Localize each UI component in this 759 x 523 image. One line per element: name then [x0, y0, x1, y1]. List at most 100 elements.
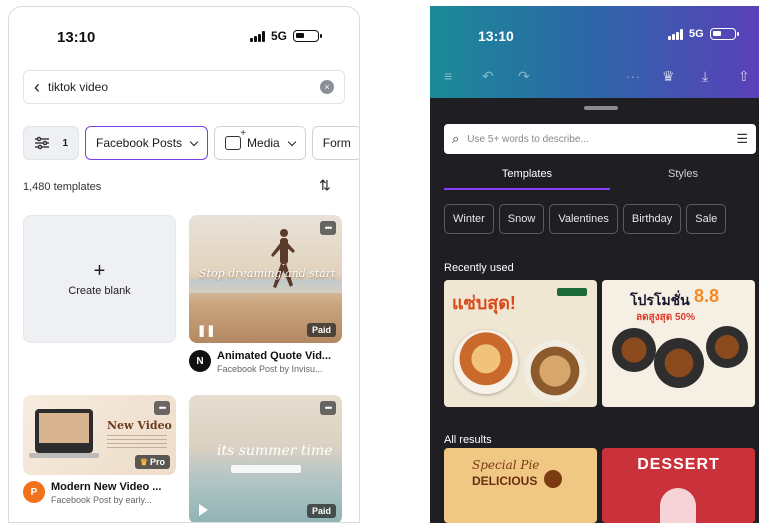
- keyword-chips: Winter Snow Valentines Birthday Sale: [444, 204, 727, 234]
- play-icon[interactable]: [199, 504, 208, 516]
- laptop-image: [35, 409, 93, 453]
- network-label: 5G: [270, 29, 287, 43]
- chip-sale[interactable]: Sale: [686, 204, 727, 234]
- template-count: 1,480 templates: [23, 181, 102, 193]
- filter-button[interactable]: 1: [23, 126, 79, 160]
- chip-facebook-posts[interactable]: Facebook Posts: [85, 126, 209, 160]
- sort-icon[interactable]: ⇅: [319, 177, 331, 194]
- screenshot-stage: 13:10 5G ‹ tiktok video × 1 Facebook Pos…: [0, 0, 759, 523]
- chevron-down-icon: [189, 137, 199, 146]
- template-headline: DESSERT: [637, 456, 720, 473]
- template-discount: ลดสูงสุด 50%: [636, 312, 695, 323]
- section-recently-used: Recently used: [444, 262, 514, 274]
- status-time: 13:10: [57, 29, 96, 46]
- avatar: N: [189, 350, 211, 372]
- template-card-animated-quote[interactable]: Stop dreaming and start ••• ❚❚ Paid: [189, 215, 342, 343]
- back-arrow-icon[interactable]: ‹: [34, 78, 40, 96]
- magic-search-icon: ⌕: [452, 131, 460, 146]
- card-meta-animated-quote: N Animated Quote Vid... Facebook Post by…: [189, 350, 331, 374]
- avatar: P: [23, 481, 45, 503]
- recent-template-thai-food[interactable]: แซ่บสุด!: [444, 280, 597, 407]
- undo-icon[interactable]: ↶: [482, 68, 494, 85]
- battery-icon: [293, 30, 322, 42]
- template-subheadline: DELICIOUS: [472, 474, 538, 488]
- chip-winter[interactable]: Winter: [444, 204, 494, 234]
- tab-styles[interactable]: Styles: [610, 164, 756, 190]
- template-headline: Special Pie: [472, 458, 540, 472]
- card-meta-modern-video: P Modern New Video ... Facebook Post by …: [23, 481, 161, 505]
- chip-valentines[interactable]: Valentines: [549, 204, 618, 234]
- chevron-down-icon: [287, 137, 296, 146]
- result-template-pie[interactable]: Special Pie DELICIOUS: [444, 448, 597, 523]
- create-blank-label: Create blank: [68, 285, 131, 297]
- editor-header: 13:10 5G ≡ ↶ ↷ ··· ♛ ⤓ ⇧: [430, 6, 759, 98]
- template-card-modern-video[interactable]: New Video ••• ♛ Pro: [23, 395, 176, 475]
- result-template-dessert[interactable]: DESSERT: [602, 448, 755, 523]
- network-label: 5G: [689, 28, 704, 40]
- bowl-image: [454, 330, 518, 394]
- tab-templates[interactable]: Templates: [444, 164, 610, 190]
- design-search-bar[interactable]: ⌕ Use 5+ words to describe... ☰: [444, 124, 756, 154]
- clear-icon[interactable]: ×: [320, 80, 334, 94]
- search-input[interactable]: tiktok video: [48, 80, 320, 94]
- chip-label: Facebook Posts: [96, 136, 183, 150]
- download-icon[interactable]: ⤓: [702, 68, 708, 85]
- chip-snow[interactable]: Snow: [498, 204, 545, 234]
- card-subtitle: Facebook Post by Invisu...: [217, 364, 323, 374]
- plus-icon: +: [93, 260, 106, 282]
- paid-badge: Paid: [306, 323, 336, 337]
- card-subtitle: Facebook Post by early...: [51, 495, 152, 505]
- plate-image: [524, 340, 586, 402]
- more-icon[interactable]: •••: [320, 221, 336, 235]
- template-headline: โปรโมชั่น: [630, 292, 690, 308]
- pause-icon[interactable]: ❚❚: [197, 324, 215, 337]
- crown-icon[interactable]: ♛: [662, 68, 675, 85]
- section-all-results: All results: [444, 434, 492, 446]
- sea-band: [189, 279, 342, 293]
- card-title[interactable]: Animated Quote Vid...: [217, 350, 331, 362]
- filter-chips: 1 Facebook Posts Media Form: [23, 126, 359, 160]
- quote-text: Stop dreaming and start: [199, 267, 336, 280]
- drag-handle[interactable]: [584, 106, 618, 110]
- redo-icon[interactable]: ↷: [518, 68, 530, 85]
- more-icon[interactable]: •••: [154, 401, 170, 415]
- template-highlight: 8.8: [694, 286, 720, 306]
- status-indicators: 5G: [668, 28, 739, 40]
- templates-sheet: ⌕ Use 5+ words to describe... ☰ Template…: [430, 98, 759, 523]
- card-image-title: its summer time: [217, 443, 333, 459]
- status-time: 13:10: [478, 28, 514, 44]
- template-headline: แซ่บสุด!: [452, 293, 516, 313]
- share-icon[interactable]: ⇧: [738, 68, 750, 85]
- chip-birthday[interactable]: Birthday: [622, 204, 682, 234]
- more-icon[interactable]: ···: [626, 68, 640, 84]
- more-icon[interactable]: •••: [320, 401, 336, 415]
- filter-count: 1: [62, 137, 68, 149]
- menu-icon[interactable]: ≡: [444, 68, 452, 84]
- status-bar: 13:10 5G: [9, 7, 359, 65]
- paid-badge: Paid: [306, 504, 336, 518]
- card-title[interactable]: Modern New Video ...: [51, 481, 161, 493]
- create-blank-card[interactable]: + Create blank: [23, 215, 176, 343]
- search-input[interactable]: Use 5+ words to describe...: [467, 134, 736, 145]
- sliders-icon[interactable]: ☰: [736, 131, 748, 147]
- left-phone-screen: 13:10 5G ‹ tiktok video × 1 Facebook Pos…: [8, 6, 360, 523]
- sheet-tabs: Templates Styles: [444, 164, 756, 190]
- battery-icon: [709, 28, 739, 40]
- filter-icon: [35, 136, 49, 150]
- card-image-title: New Video: [107, 419, 172, 432]
- chip-form[interactable]: Form: [311, 126, 359, 160]
- chip-media[interactable]: Media: [214, 126, 306, 160]
- template-card-summer[interactable]: its summer time ••• Paid: [189, 395, 342, 522]
- media-icon: [225, 128, 246, 150]
- status-indicators: 5G: [249, 29, 322, 43]
- signal-icon: [249, 30, 265, 42]
- pro-badge: ♛ Pro: [134, 455, 170, 469]
- right-phone-screen: 13:10 5G ≡ ↶ ↷ ··· ♛ ⤓ ⇧ ⌕ Use 5+ words …: [430, 6, 759, 523]
- editor-toolbar: ≡ ↶ ↷ ··· ♛ ⤓ ⇧: [430, 64, 759, 90]
- search-bar[interactable]: ‹ tiktok video ×: [23, 70, 345, 104]
- signal-icon: [668, 28, 683, 40]
- crown-icon: ♛: [139, 456, 148, 467]
- recent-template-promo[interactable]: โปรโมชั่น 8.8 ลดสูงสุด 50%: [602, 280, 755, 407]
- chip-label: Form: [322, 136, 351, 150]
- chip-label: Media: [247, 136, 280, 150]
